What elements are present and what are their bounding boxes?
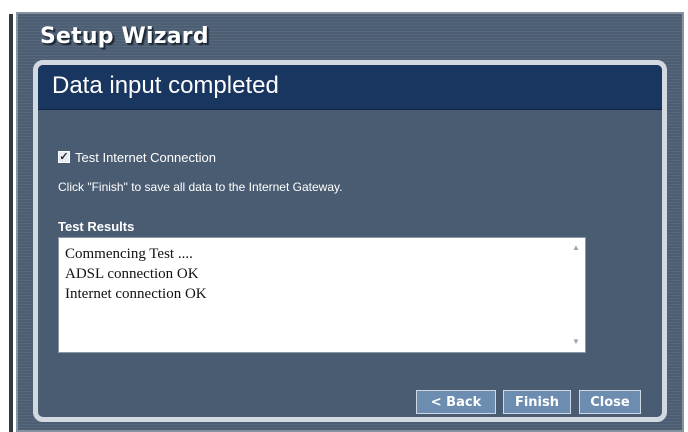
close-button[interactable]: Close (579, 390, 641, 414)
scroll-down-icon[interactable]: ▼ (568, 335, 584, 349)
test-connection-label[interactable]: Test Internet Connection (75, 150, 216, 165)
test-results-label: Test Results (58, 219, 135, 234)
test-connection-checkbox[interactable]: ✓ (58, 151, 70, 163)
panel-header: Data input completed (38, 65, 662, 110)
wizard-panel: Data input completed ✓ Test Internet Con… (33, 60, 667, 422)
panel-heading: Data input completed (52, 72, 279, 99)
result-line: ADSL connection OK (65, 266, 199, 282)
test-connection-row[interactable]: ✓ Test Internet Connection (58, 149, 216, 165)
scroll-up-icon[interactable]: ▲ (568, 241, 584, 255)
setup-wizard-window: Setup Wizard Data input completed ✓ Test… (16, 12, 684, 432)
result-line: Internet connection OK (65, 286, 207, 302)
left-page-edge (0, 0, 16, 432)
results-scrollbar[interactable]: ▲ ▼ (568, 239, 584, 351)
finish-instructions: Click "Finish" to save all data to the I… (58, 180, 343, 194)
result-line: Commencing Test .... (65, 246, 193, 262)
finish-button[interactable]: Finish (503, 390, 571, 414)
test-results-text: Commencing Test .... ADSL connection OK … (65, 244, 207, 304)
left-edge-bar (9, 14, 13, 432)
back-button[interactable]: < Back (416, 390, 496, 414)
wizard-title: Setup Wizard (40, 24, 209, 49)
test-results-textarea[interactable]: Commencing Test .... ADSL connection OK … (58, 237, 586, 353)
